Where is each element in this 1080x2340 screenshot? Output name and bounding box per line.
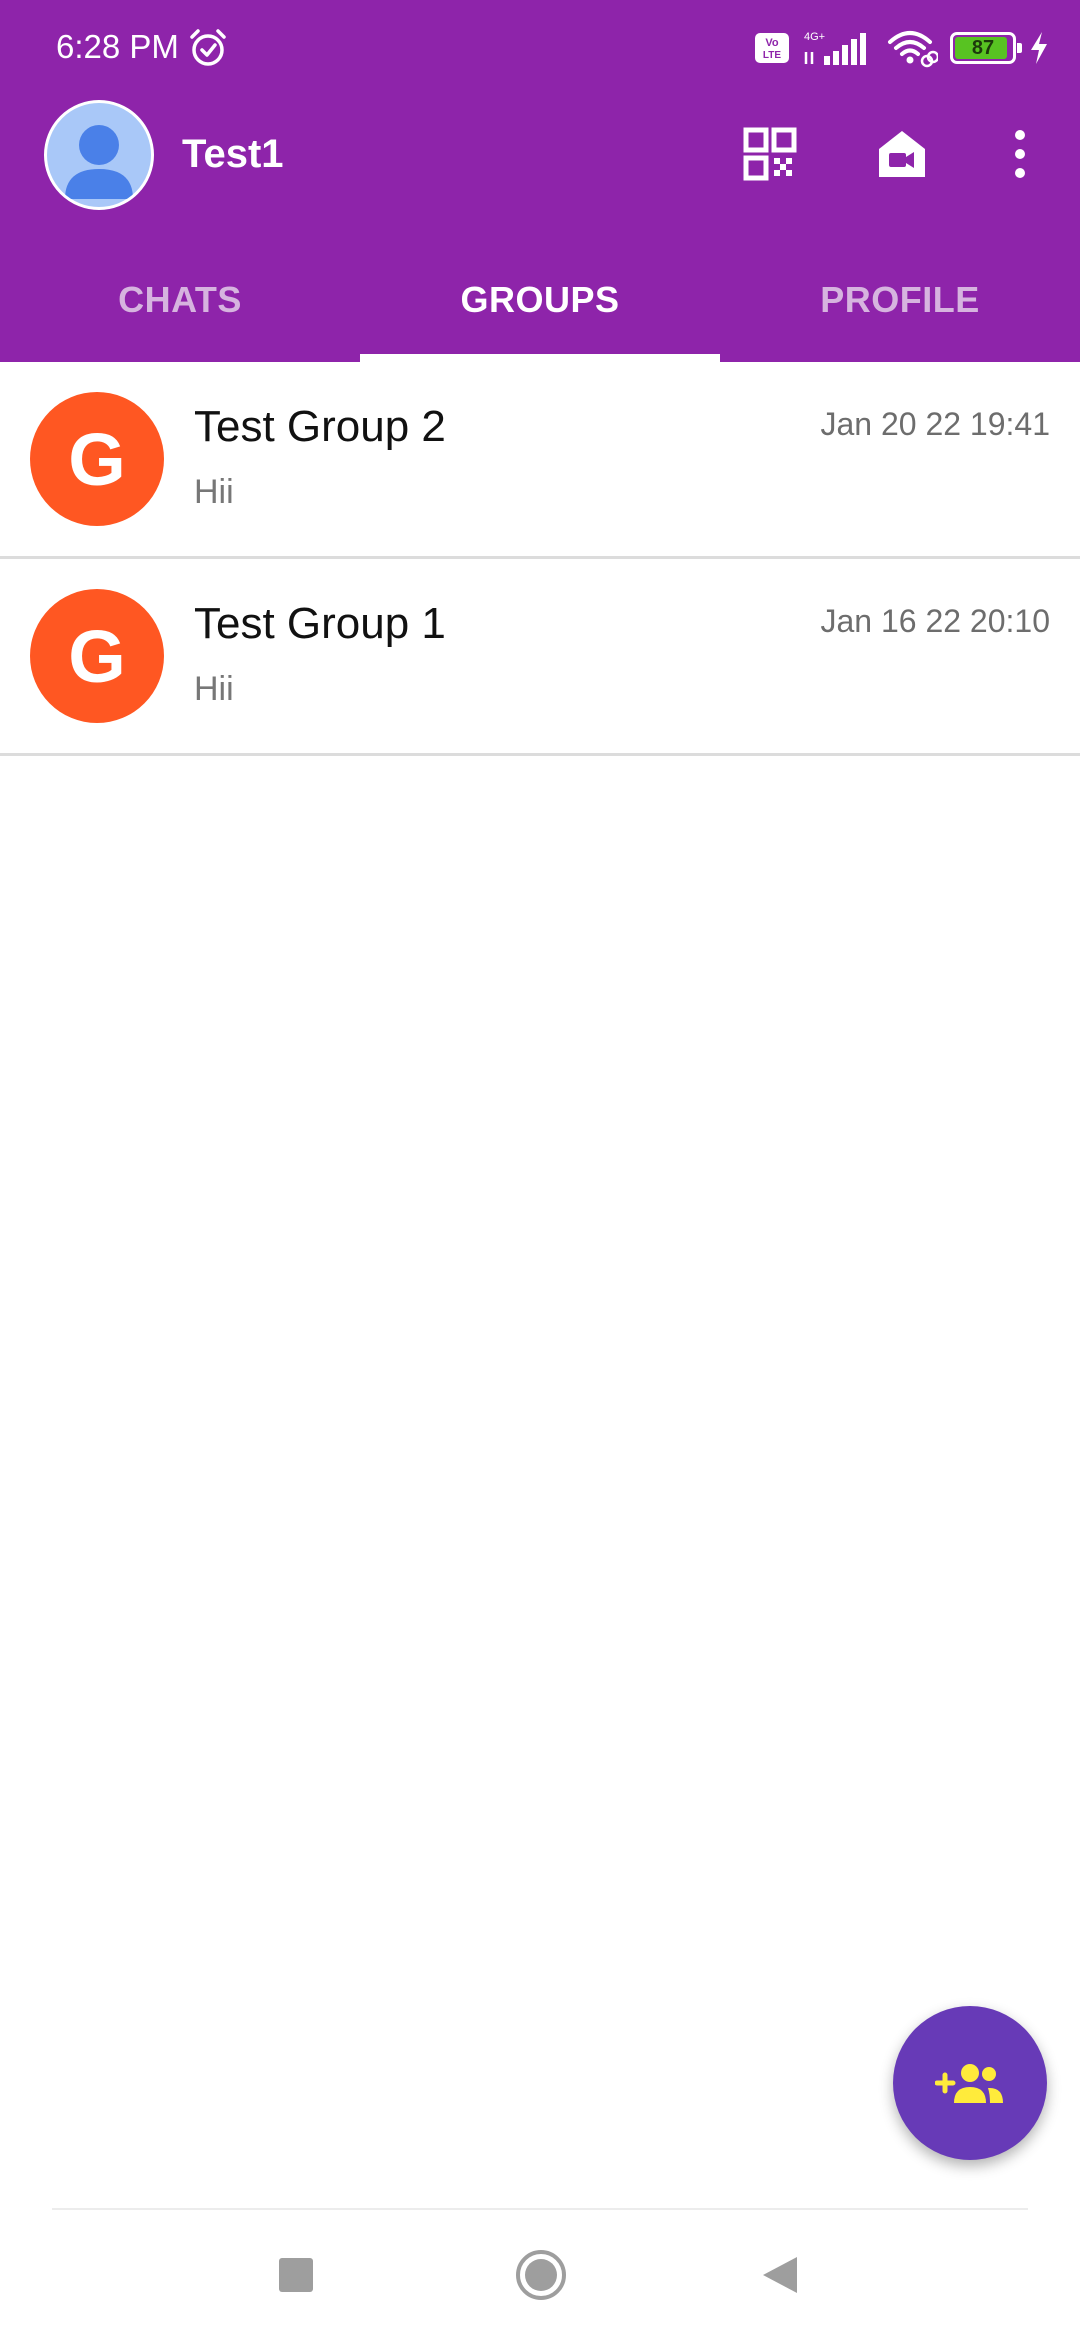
list-item[interactable]: G Test Group 2 Jan 20 22 19:41 Hii bbox=[0, 362, 1080, 559]
group-timestamp: Jan 16 22 20:10 bbox=[820, 603, 1050, 639]
app-screen: 6:28 PM Vo LTE 4G+ 87 Test1 CHATS GROUPS… bbox=[0, 0, 1080, 2340]
group-avatar: G bbox=[30, 589, 164, 723]
last-message-preview: Hii bbox=[194, 670, 234, 708]
back-button[interactable] bbox=[745, 2240, 815, 2310]
status-time: 6:28 PM bbox=[56, 28, 179, 65]
group-avatar: G bbox=[30, 392, 164, 526]
wifi-icon bbox=[888, 31, 938, 68]
svg-text:LTE: LTE bbox=[763, 50, 781, 61]
group-list: G Test Group 2 Jan 20 22 19:41 Hii G Tes… bbox=[0, 362, 1080, 756]
person-icon bbox=[65, 125, 133, 199]
home-icon bbox=[516, 2250, 566, 2300]
more-options-button[interactable] bbox=[980, 114, 1060, 194]
qr-code-icon bbox=[743, 127, 797, 181]
add-group-button[interactable] bbox=[893, 2006, 1047, 2160]
user-name[interactable]: Test1 bbox=[182, 130, 284, 178]
tab-groups[interactable]: GROUPS bbox=[360, 238, 720, 362]
list-item[interactable]: G Test Group 1 Jan 16 22 20:10 Hii bbox=[0, 559, 1080, 756]
qr-code-button[interactable] bbox=[730, 114, 810, 194]
back-icon bbox=[763, 2257, 797, 2293]
user-avatar[interactable] bbox=[44, 100, 154, 210]
signal-icon: 4G+ bbox=[804, 31, 866, 65]
status-icons: Vo LTE 4G+ 87 bbox=[754, 28, 1050, 68]
video-home-icon bbox=[879, 131, 925, 177]
group-timestamp: Jan 20 22 19:41 bbox=[820, 406, 1050, 442]
charging-icon bbox=[1031, 32, 1047, 64]
battery-level: 87 bbox=[971, 36, 995, 59]
tab-indicator bbox=[360, 354, 720, 362]
tab-chats[interactable]: CHATS bbox=[0, 238, 360, 362]
tab-bar: CHATS GROUPS PROFILE bbox=[0, 238, 1080, 362]
recents-icon bbox=[279, 2258, 313, 2292]
recents-button[interactable] bbox=[261, 2240, 331, 2310]
home-button[interactable] bbox=[506, 2240, 576, 2310]
group-name: Test Group 2 bbox=[194, 402, 446, 451]
app-bar: Test1 bbox=[0, 96, 1080, 212]
svg-text:Vo: Vo bbox=[765, 37, 779, 49]
last-message-preview: Hii bbox=[194, 473, 234, 511]
video-home-button[interactable] bbox=[862, 114, 942, 194]
tab-profile[interactable]: PROFILE bbox=[720, 238, 1080, 362]
battery-icon: 87 bbox=[950, 32, 1022, 64]
volte-icon: Vo LTE bbox=[755, 33, 789, 63]
add-group-icon bbox=[935, 2064, 1003, 2103]
status-bar: 6:28 PM Vo LTE 4G+ 87 bbox=[0, 0, 1080, 96]
svg-text:4G+: 4G+ bbox=[804, 31, 825, 43]
more-vert-icon bbox=[1015, 130, 1025, 178]
alarm-icon bbox=[190, 29, 226, 66]
system-navigation-bar bbox=[0, 2210, 1080, 2340]
group-name: Test Group 1 bbox=[194, 599, 446, 648]
